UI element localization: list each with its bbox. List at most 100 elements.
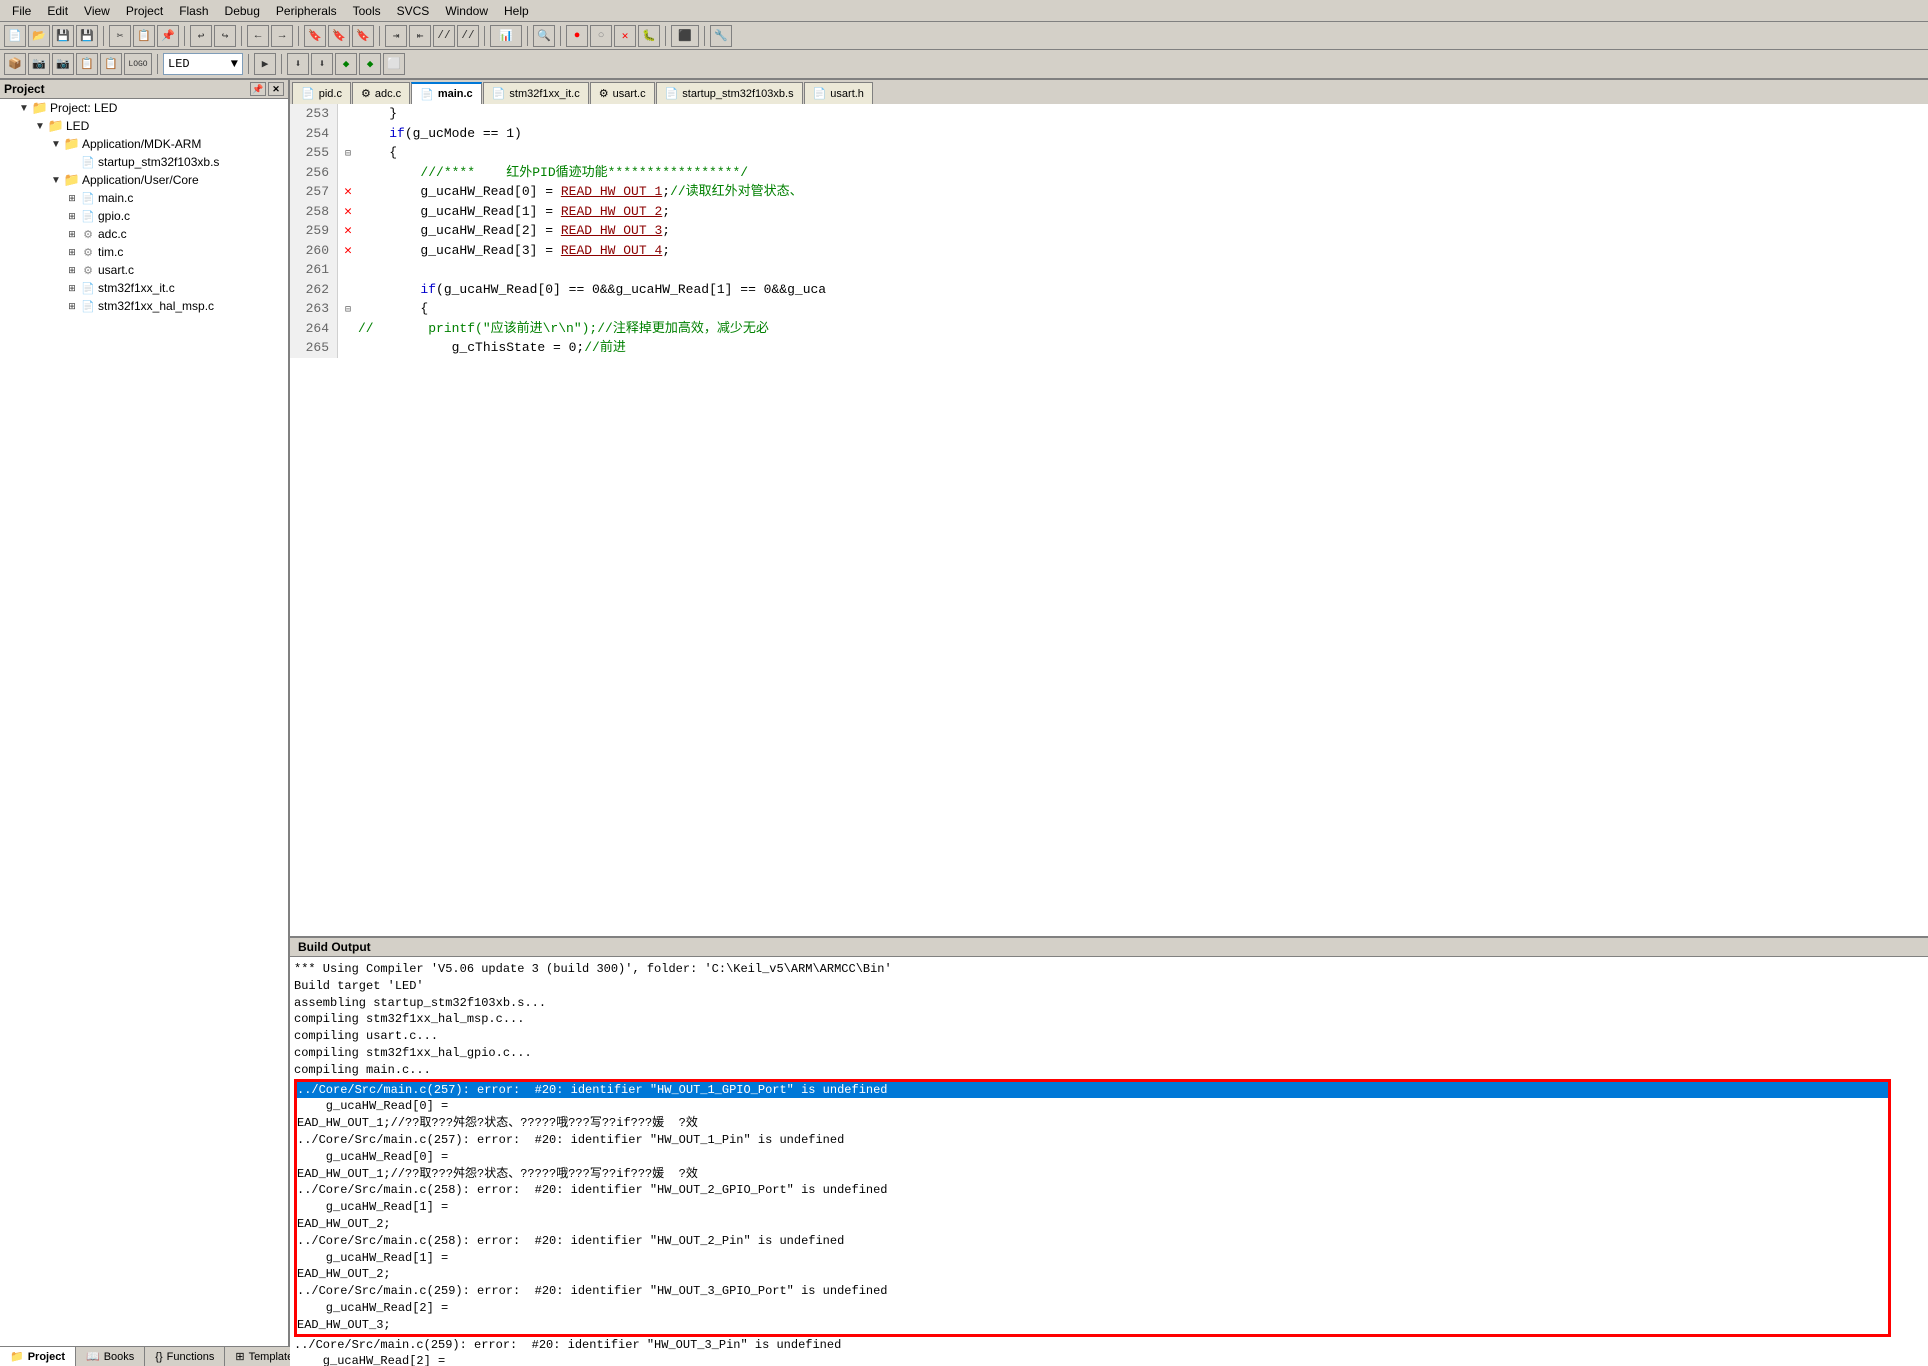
tb2-btn2[interactable]: 📷: [28, 53, 50, 75]
tab-functions[interactable]: {} Functions: [145, 1347, 225, 1366]
wrench-btn[interactable]: 🔧: [710, 25, 732, 47]
tb2-btn4[interactable]: 📋: [76, 53, 98, 75]
tab-project[interactable]: 📁 Project: [0, 1347, 76, 1366]
open-btn[interactable]: 📂: [28, 25, 50, 47]
uncomment-btn[interactable]: //: [457, 25, 479, 47]
bookmark3-btn[interactable]: 🔖: [352, 25, 374, 47]
nav-fwd-btn[interactable]: →: [271, 25, 293, 47]
code-line-264: 264 // printf("应该前进\r\n");//注释掉更加高效，减少无必: [290, 319, 1928, 339]
tree-item-gpio-c[interactable]: ⊞ 📄 gpio.c: [0, 207, 288, 225]
download2-btn[interactable]: ⬇: [311, 53, 333, 75]
tree-item-startup[interactable]: + 📄 startup_stm32f103xb.s: [0, 153, 288, 171]
editor-tab-usarth[interactable]: 📄 usart.h: [804, 82, 873, 104]
menu-flash[interactable]: Flash: [171, 2, 216, 20]
code-line-260: 260 ✕ g_ucaHW_Read[3] = READ_HW_OUT_4;: [290, 241, 1928, 261]
tree-item-led[interactable]: ▼ 📁 LED: [0, 117, 288, 135]
sep5: [379, 26, 380, 46]
build-output-content[interactable]: *** Using Compiler 'V5.06 update 3 (buil…: [290, 957, 1928, 1366]
tree-item-stm32-it[interactable]: ⊞ 📄 stm32f1xx_it.c: [0, 279, 288, 297]
editor-tab-pid[interactable]: 📄 pid.c: [292, 82, 351, 104]
menu-edit[interactable]: Edit: [39, 2, 76, 20]
tree-item-adc-c[interactable]: ⊞ ⚙ adc.c: [0, 225, 288, 243]
sep1: [103, 26, 104, 46]
tab-project-icon: 📁: [10, 1350, 24, 1363]
tree-label-hal-msp: stm32f1xx_hal_msp.c: [98, 299, 214, 313]
editor-tab-stm32-it-label: stm32f1xx_it.c: [509, 88, 579, 100]
code-263: {: [358, 299, 1928, 319]
tree-item-tim-c[interactable]: ⊞ ⚙ tim.c: [0, 243, 288, 261]
tree-item-main-c[interactable]: ⊞ 📄 main.c: [0, 189, 288, 207]
sep12: [248, 54, 249, 74]
tb2-btn3[interactable]: 📷: [52, 53, 74, 75]
panel-close-btn[interactable]: ✕: [268, 82, 284, 96]
breakpoint-btn[interactable]: ●: [566, 25, 588, 47]
build-run-btn[interactable]: ▶: [254, 53, 276, 75]
editor-tab-main-label: main.c: [438, 88, 473, 100]
config-btn[interactable]: ⬛: [671, 25, 699, 47]
editor-tab-startup[interactable]: 📄 startup_stm32f103xb.s: [656, 82, 803, 104]
tree-item-hal-msp[interactable]: ⊞ 📄 stm32f1xx_hal_msp.c: [0, 297, 288, 315]
editor-tab-stm32-it-icon: 📄: [492, 87, 506, 100]
tab-books[interactable]: 📖 Books: [76, 1347, 145, 1366]
run-btn[interactable]: ○: [590, 25, 612, 47]
square-btn[interactable]: ⬜: [383, 53, 405, 75]
target-dropdown[interactable]: LED ▼: [163, 53, 243, 75]
tree-item-user-core[interactable]: ▼ 📁 Application/User/Core: [0, 171, 288, 189]
paste-btn[interactable]: 📌: [157, 25, 179, 47]
editor-tab-main[interactable]: 📄 main.c: [411, 82, 482, 104]
monitor-btn[interactable]: 📊: [490, 25, 522, 47]
undo-btn[interactable]: ↩: [190, 25, 212, 47]
bookmark-btn[interactable]: 🔖: [304, 25, 326, 47]
code-line-253: 253 }: [290, 104, 1928, 124]
build-line-8: g_ucaHW_Read[0] =: [297, 1098, 1888, 1115]
tree-item-mdk-arm[interactable]: ▼ 📁 Application/MDK-ARM: [0, 135, 288, 153]
diamond-btn[interactable]: ◆: [335, 53, 357, 75]
sep8: [560, 26, 561, 46]
menu-file[interactable]: File: [4, 2, 39, 20]
editor-tab-stm32-it[interactable]: 📄 stm32f1xx_it.c: [483, 82, 589, 104]
search-btn[interactable]: 🔍: [533, 25, 555, 47]
menu-view[interactable]: View: [76, 2, 118, 20]
comment-btn[interactable]: //: [433, 25, 455, 47]
save-all-btn[interactable]: 💾: [76, 25, 98, 47]
bookmark2-btn[interactable]: 🔖: [328, 25, 350, 47]
diamond2-btn[interactable]: ◆: [359, 53, 381, 75]
build-line-error-1[interactable]: ../Core/Src/main.c(257): error: #20: ide…: [297, 1082, 1888, 1099]
menu-svcs[interactable]: SVCS: [389, 2, 438, 20]
menu-help[interactable]: Help: [496, 2, 537, 20]
menu-tools[interactable]: Tools: [345, 2, 389, 20]
menu-project[interactable]: Project: [118, 2, 171, 20]
tb2-btn5[interactable]: 📋: [100, 53, 122, 75]
code-area[interactable]: 253 } 254 if(g_ucMode == 1) 255 ⊟: [290, 104, 1928, 936]
cut-btn[interactable]: ✂: [109, 25, 131, 47]
tree-item-usart-c[interactable]: ⊞ ⚙ usart.c: [0, 261, 288, 279]
tb2-btn1[interactable]: 📦: [4, 53, 26, 75]
nav-back-btn[interactable]: ←: [247, 25, 269, 47]
build-line-17: g_ucaHW_Read[1] =: [297, 1250, 1888, 1267]
editor-tab-adc[interactable]: ⚙ adc.c: [352, 82, 410, 104]
save-btn[interactable]: 💾: [52, 25, 74, 47]
new-file-btn[interactable]: 📄: [4, 25, 26, 47]
build-line-5: compiling usart.c...: [294, 1028, 1924, 1045]
panel-pin-btn[interactable]: 📌: [250, 82, 266, 96]
mark-255: ⊟: [338, 143, 358, 163]
editor-tab-usart-label: usart.c: [613, 88, 646, 100]
menu-debug[interactable]: Debug: [217, 2, 268, 20]
editor-tab-usart[interactable]: ⚙ usart.c: [590, 82, 655, 104]
editor-tab-pid-label: pid.c: [319, 88, 342, 100]
menu-window[interactable]: Window: [437, 2, 496, 20]
tree-item-project[interactable]: ▼ 📁 Project: LED: [0, 99, 288, 117]
tree-label-user-core: Application/User/Core: [82, 173, 199, 187]
build-line-9: EAD_HW_OUT_1;//??取???舛怨?状态、?????哦???写??i…: [297, 1115, 1888, 1132]
indent-btn[interactable]: ⇥: [385, 25, 407, 47]
stop-btn[interactable]: ✕: [614, 25, 636, 47]
debug-btn[interactable]: 🐛: [638, 25, 660, 47]
code-264: // printf("应该前进\r\n");//注释掉更加高效，减少无必: [358, 319, 1928, 339]
copy-btn[interactable]: 📋: [133, 25, 155, 47]
sep13: [281, 54, 282, 74]
download-btn[interactable]: ⬇: [287, 53, 309, 75]
unindent-btn[interactable]: ⇤: [409, 25, 431, 47]
menu-peripherals[interactable]: Peripherals: [268, 2, 345, 20]
redo-btn[interactable]: ↪: [214, 25, 236, 47]
project-panel-title: Project: [4, 82, 45, 96]
